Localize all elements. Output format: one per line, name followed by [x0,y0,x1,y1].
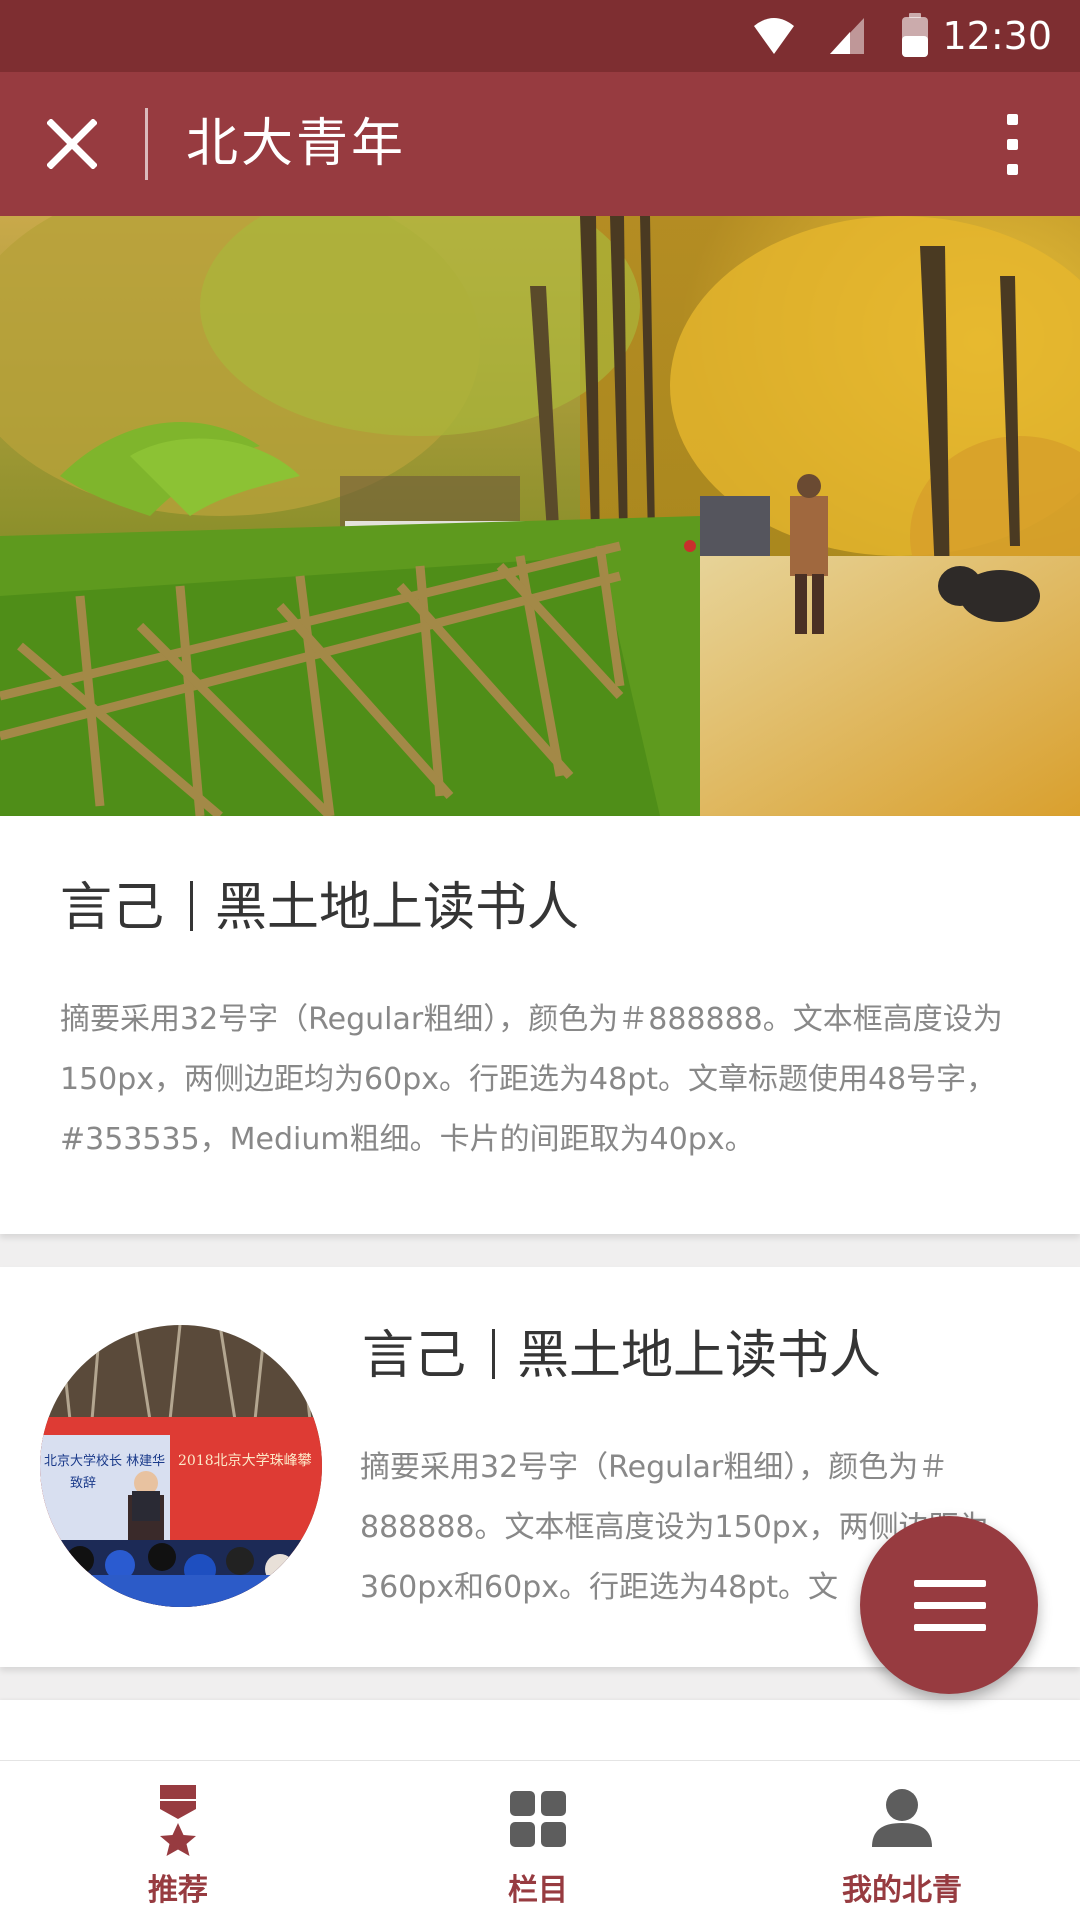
nav-label-columns: 栏目 [508,1873,568,1908]
more-options-button[interactable] [982,102,1042,186]
banner-text: 2018北京大学珠峰攀 [178,1453,312,1469]
autumn-campus-path-image [0,216,1080,816]
article-summary: 摘要采用32号字（Regular粗细），颜色为＃888888。文本框高度设为15… [60,1002,1003,1157]
status-bar: 12:30 [0,0,1080,72]
more-dot [1006,138,1018,150]
article-card-partial[interactable] [0,1700,1080,1760]
ceremony-photo: 北京大学校长 林建华 致辞 2018北京大学珠峰攀 [40,1325,322,1607]
status-time: 12:30 [942,14,1052,58]
menu-fab-button[interactable] [860,1516,1038,1694]
medal-star-icon [160,1785,196,1856]
hero-image[interactable] [0,216,1080,816]
screen-text-1: 北京大学校长 林建华 [44,1453,165,1469]
nav-item-columns[interactable]: 栏目 [428,1761,648,1920]
app-bar: 北大青年 [0,72,1080,216]
article-title-subtitle: 黑土地上读书人 [215,878,580,938]
nav-label-recommend: 推荐 [148,1873,208,1908]
grid-icon [510,1791,566,1847]
title-divider [190,881,194,931]
close-button[interactable] [32,100,112,188]
menu-icon-bar [914,1580,986,1587]
page-title: 北大青年 [186,114,407,174]
signal-icon [830,18,864,54]
menu-icon-bar [914,1624,986,1631]
screen-text-2: 致辞 [70,1476,96,1491]
person-icon [872,1789,932,1847]
article-title: 言己 黑土地上读书人 [362,1324,881,1388]
title-divider [492,1329,496,1379]
more-dot [1006,163,1018,175]
bottom-navigation: 推荐 栏目 我的北青 [0,1760,1080,1920]
menu-icon-bar [914,1602,986,1609]
article-title: 言己 黑土地上读书人 [60,876,579,940]
wifi-icon [754,18,794,54]
article-thumbnail[interactable]: 北京大学校长 林建华 致辞 2018北京大学珠峰攀 [40,1325,322,1607]
nav-label-my-profile: 我的北青 [842,1873,962,1908]
close-icon [47,119,97,169]
nav-item-recommend[interactable]: 推荐 [68,1761,288,1920]
more-dot [1006,113,1018,125]
article-title-name: 言己 [362,1326,467,1386]
app-bar-divider [145,108,148,180]
article-title-name: 言己 [60,878,165,938]
article-title-subtitle: 黑土地上读书人 [517,1326,882,1386]
battery-icon [902,13,928,57]
nav-item-my-profile[interactable]: 我的北青 [792,1761,1012,1920]
